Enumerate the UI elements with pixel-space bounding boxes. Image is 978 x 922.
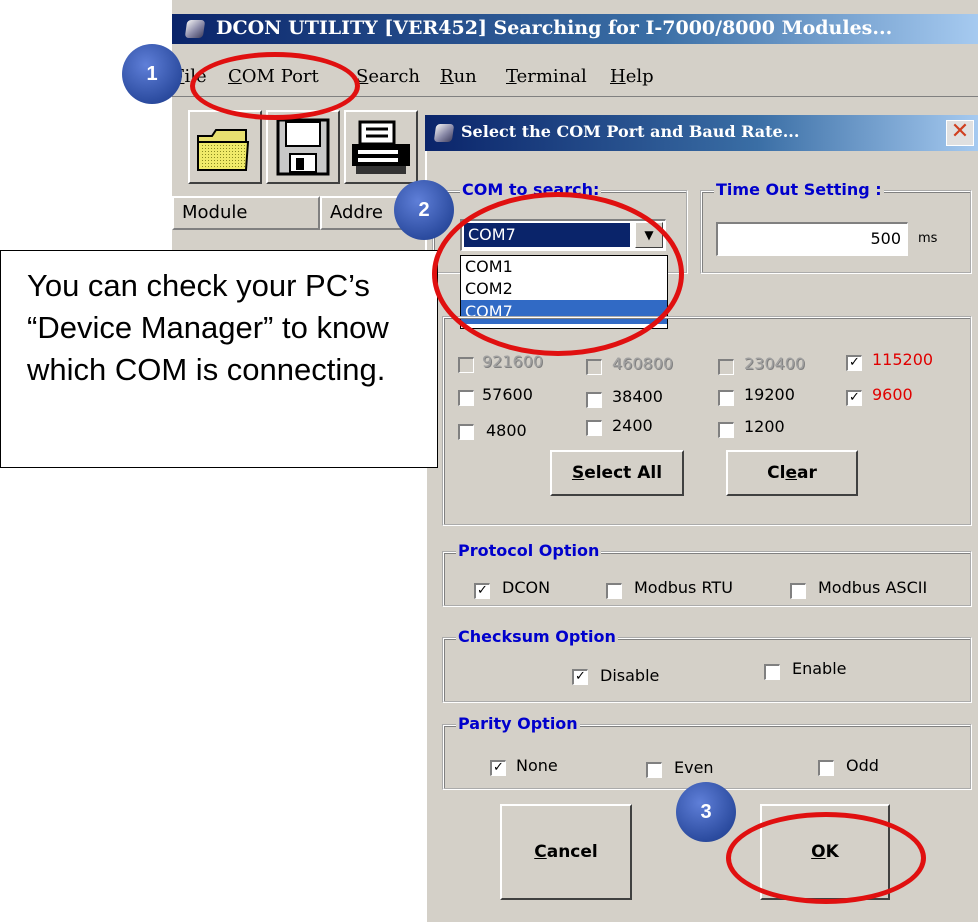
select-all-button[interactable]: Select All (550, 450, 684, 496)
info-callout: You can check your PC’s “Device Manager”… (0, 250, 438, 468)
column-module[interactable]: Module (172, 196, 320, 230)
parity-none-checkbox[interactable]: ✓ (490, 760, 506, 776)
checksum-group (442, 637, 972, 703)
protocol-modbus-rtu-label: Modbus RTU (634, 578, 733, 597)
checksum-disable-checkbox[interactable]: ✓ (572, 669, 588, 685)
baud-921600-label: 921600 (482, 352, 544, 371)
step-3-badge: 3 (676, 782, 736, 842)
save-button[interactable] (266, 110, 340, 184)
protocol-modbus-ascii-checkbox[interactable] (790, 583, 806, 599)
open-button[interactable] (188, 110, 262, 184)
parity-none-label: None (516, 756, 558, 775)
baud-9600-checkbox[interactable]: ✓ (846, 390, 862, 406)
baud-1200-label: 1200 (744, 417, 785, 436)
parity-even-checkbox[interactable] (646, 762, 662, 778)
baud-38400-checkbox[interactable] (586, 392, 602, 408)
menu-search[interactable]: Search (356, 66, 420, 87)
baud-38400-label: 38400 (612, 387, 663, 406)
app-icon (184, 20, 206, 38)
callout-text: You can check your PC’s “Device Manager”… (27, 268, 389, 387)
print-icon (352, 120, 410, 174)
checksum-label: Checksum Option (456, 627, 618, 646)
main-window-title: DCON UTILITY [VER452] Searching for I-70… (216, 17, 893, 39)
checksum-disable-label: Disable (600, 666, 660, 685)
highlight-ring-ok (726, 812, 926, 904)
menu-help[interactable]: Help (610, 66, 654, 87)
parity-label: Parity Option (456, 714, 580, 733)
protocol-dcon-checkbox[interactable]: ✓ (474, 583, 490, 599)
baud-921600-checkbox (458, 357, 474, 373)
baud-2400-label: 2400 (612, 416, 653, 435)
protocol-modbus-rtu-checkbox[interactable] (606, 583, 622, 599)
baud-4800-label: 4800 (486, 421, 527, 440)
baud-57600-label: 57600 (482, 385, 533, 404)
baud-9600-label: 9600 (872, 385, 913, 404)
cancel-button[interactable]: Cancel (500, 804, 632, 900)
open-folder-icon (197, 129, 250, 171)
step-2-badge: 2 (394, 180, 454, 240)
baud-1200-checkbox[interactable] (718, 422, 734, 438)
timeout-input[interactable]: 500 (716, 222, 908, 256)
baud-2400-checkbox[interactable] (586, 420, 602, 436)
baud-19200-label: 19200 (744, 385, 795, 404)
dialog-title-bar[interactable]: Select the COM Port and Baud Rate... (425, 115, 978, 151)
checksum-enable-checkbox[interactable] (764, 664, 780, 680)
menu-terminal[interactable]: Terminal (506, 66, 587, 87)
baud-230400-checkbox (718, 359, 734, 375)
timeout-unit: ms (918, 231, 938, 246)
baud-115200-checkbox[interactable]: ✓ (846, 355, 862, 371)
clear-button[interactable]: Clear (726, 450, 858, 496)
step-1-badge: 1 (122, 44, 182, 104)
baud-460800-label: 460800 (612, 354, 674, 373)
baud-460800-checkbox (586, 359, 602, 375)
baud-230400-label: 230400 (744, 354, 806, 373)
dialog-icon (433, 124, 455, 142)
checksum-enable-label: Enable (792, 659, 847, 678)
close-icon: ✕ (950, 119, 970, 144)
baud-19200-checkbox[interactable] (718, 390, 734, 406)
parity-odd-checkbox[interactable] (818, 760, 834, 776)
dialog-title: Select the COM Port and Baud Rate... (461, 122, 800, 141)
protocol-dcon-label: DCON (502, 578, 551, 597)
highlight-ring-com-select (432, 192, 684, 356)
protocol-label: Protocol Option (456, 541, 602, 560)
save-disk-icon (276, 118, 330, 176)
parity-odd-label: Odd (846, 756, 879, 775)
print-button[interactable] (344, 110, 418, 184)
baud-115200-label: 115200 (872, 350, 934, 369)
timeout-label: Time Out Setting : (714, 180, 884, 199)
close-button[interactable]: ✕ (946, 120, 974, 146)
baud-4800-checkbox[interactable] (458, 424, 474, 440)
highlight-ring-com-port (190, 52, 360, 120)
parity-even-label: Even (674, 758, 714, 777)
main-title-bar[interactable]: DCON UTILITY [VER452] Searching for I-70… (172, 14, 978, 44)
baud-57600-checkbox[interactable] (458, 390, 474, 406)
protocol-modbus-ascii-label: Modbus ASCII (818, 578, 928, 597)
menu-run[interactable]: Run (440, 66, 477, 87)
